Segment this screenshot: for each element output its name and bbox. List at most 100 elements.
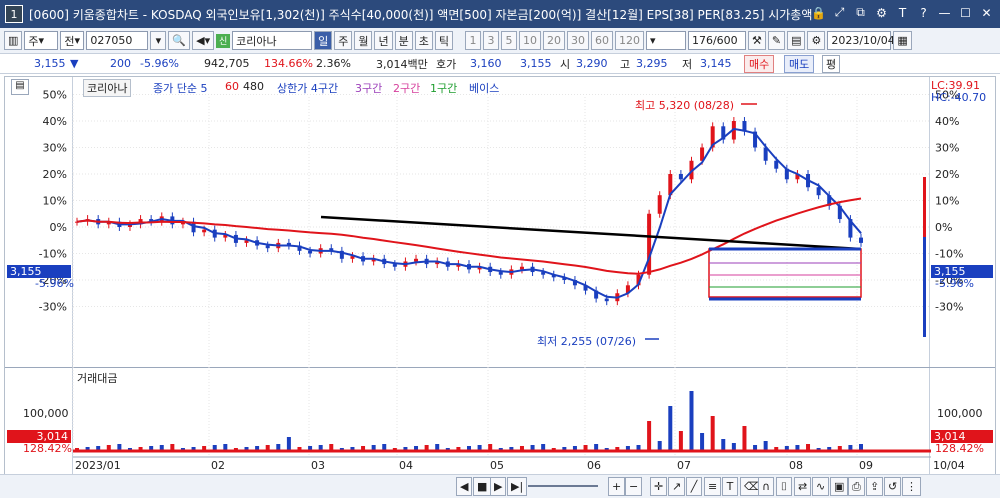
candle-body [265, 245, 270, 249]
font-icon[interactable]: T [895, 5, 910, 20]
magnet-icon[interactable]: ∩ [758, 477, 775, 496]
scroll-right-icon[interactable]: ▶| [507, 477, 528, 496]
link-icon[interactable]: ⧉ [853, 5, 868, 20]
fib-icon[interactable]: ≡ [704, 477, 722, 496]
interval-120[interactable]: 120 [614, 31, 644, 50]
text-icon[interactable]: T [722, 477, 738, 496]
interval-10[interactable]: 10 [518, 31, 541, 50]
hc-label: HC:-40.70 [931, 91, 987, 104]
stock-name-field[interactable]: 코리아나 [232, 31, 313, 50]
legend-ma5[interactable]: 종가 단순 5 [153, 80, 207, 96]
scroll-left-icon[interactable]: ◀ [456, 477, 473, 496]
legend-section3[interactable]: 3구간 [355, 80, 382, 96]
candle-body [519, 266, 524, 270]
fullscreen-icon[interactable]: ⤢ [832, 5, 847, 20]
period-btn-year[interactable]: 년 [374, 31, 393, 50]
zoom-slider[interactable] [528, 485, 598, 487]
sell-button[interactable]: 매도 [784, 55, 815, 73]
high-label: 고 [620, 57, 631, 71]
print-icon[interactable]: ⎙ [848, 477, 865, 496]
export-icon[interactable]: ⇪ [866, 477, 884, 496]
crosshair-icon[interactable]: ✛ [650, 477, 668, 496]
help-icon[interactable]: ? [916, 5, 931, 20]
price-chart[interactable]: 60%60%50%50%40%40%30%30%20%20%10%10%0%0%… [5, 77, 997, 497]
x-tick: 09 [859, 459, 873, 472]
trend-icon[interactable]: ↗ [668, 477, 686, 496]
volume-pct-left: 128.42% [23, 442, 72, 455]
period-select[interactable]: 전 ▾ [60, 31, 85, 50]
x-axis-right-date: 10/04 [933, 459, 965, 472]
x-tick: 03 [311, 459, 325, 472]
period-btn-month[interactable]: 월 [354, 31, 373, 50]
play-icon[interactable]: ▶ [490, 477, 507, 496]
stock-code-input[interactable]: 027050 [86, 31, 149, 50]
volume-tick-left: 100,000 [23, 407, 69, 420]
volume-pct: 134.66% [264, 57, 313, 70]
window-title: [0600] 키움종합차트 - KOSDAQ 외국인보유[1,302(천)] 주… [29, 7, 813, 22]
y-tick-left: 20% [43, 168, 67, 181]
legend-base[interactable]: 베이스 [469, 80, 499, 96]
buy-button[interactable]: 매수 [744, 55, 775, 73]
interval-custom-select[interactable]: ▾ [645, 31, 686, 50]
legend-section1[interactable]: 1구간 [430, 80, 457, 96]
zoom-in-icon[interactable]: + [608, 477, 626, 496]
interval-1[interactable]: 1 [464, 31, 481, 50]
draw-icon[interactable]: ✎ [767, 31, 786, 50]
interval-30[interactable]: 30 [566, 31, 589, 50]
chart-type-select[interactable]: 주 ▾ [24, 31, 59, 50]
legend-stock-name[interactable]: 코리아나 [83, 79, 132, 97]
count-max: /600 [712, 34, 738, 47]
chart-icon[interactable]: ▥ [4, 31, 23, 50]
price-change: 200 [110, 57, 131, 70]
options-icon[interactable]: ⋮ [902, 477, 921, 496]
grid-settings-icon[interactable]: ▤ [11, 79, 29, 95]
turnover-rate: 2.36% [316, 57, 351, 70]
ruler-icon[interactable]: ⌷ [776, 477, 792, 496]
eval-button[interactable]: 평 [822, 55, 841, 73]
indicator-icon[interactable]: ∿ [812, 477, 830, 496]
legend-ma480[interactable]: 480 [243, 80, 264, 93]
title-bar: 1 [0600] 키움종합차트 - KOSDAQ 외국인보유[1,302(천)]… [0, 0, 1000, 28]
x-tick: 08 [789, 459, 803, 472]
tools-icon[interactable]: ⚒ [747, 31, 766, 50]
period-btn-minute[interactable]: 분 [394, 31, 413, 50]
calendar-icon[interactable]: ▦ [893, 31, 912, 50]
zoom-out-icon[interactable]: − [625, 477, 643, 496]
search-icon[interactable]: 🔍 [168, 31, 191, 50]
settings-icon[interactable]: ⚙ [874, 5, 889, 20]
lock-icon[interactable]: 🔒 [811, 5, 826, 20]
minimize-icon[interactable]: — [937, 5, 952, 20]
stop-icon[interactable]: ■ [473, 477, 492, 496]
period-btn-tick[interactable]: 틱 [434, 31, 453, 50]
volume-value: 942,705 [204, 57, 250, 70]
volume-tick-right: 100,000 [937, 407, 983, 420]
interval-3[interactable]: 3 [482, 31, 499, 50]
date-field[interactable]: 2023/10/04 [827, 31, 895, 50]
y-tick-right: 10% [935, 195, 959, 208]
legend-ma60[interactable]: 60 [225, 80, 239, 93]
candle-body [647, 213, 652, 275]
interval-60[interactable]: 60 [590, 31, 613, 50]
save-icon[interactable]: ▤ [787, 31, 806, 50]
count-field[interactable]: 176/600 [687, 31, 746, 50]
interval-5[interactable]: 5 [500, 31, 517, 50]
period-btn-second[interactable]: 초 [414, 31, 433, 50]
line-icon[interactable]: ╱ [686, 477, 702, 496]
candle-body [859, 237, 863, 243]
legend-upper-limit[interactable]: 상한가 4구간 [277, 80, 338, 96]
close-icon[interactable]: ✕ [979, 5, 994, 20]
y-tick-right: 30% [935, 142, 959, 155]
code-dropdown-icon[interactable]: ▾ [150, 31, 167, 50]
maximize-icon[interactable]: ☐ [958, 5, 973, 20]
legend-section2[interactable]: 2구간 [393, 80, 420, 96]
period-btn-day[interactable]: 일 [314, 31, 333, 50]
gear-icon[interactable]: ⚙ [807, 31, 826, 50]
period-btn-week[interactable]: 주 [334, 31, 353, 50]
x-tick: 02 [211, 459, 225, 472]
reset-icon[interactable]: ↺ [884, 477, 902, 496]
volume-bar [742, 426, 747, 451]
speaker-icon[interactable]: ◀▾ [192, 31, 215, 50]
layout-icon[interactable]: ▣ [830, 477, 849, 496]
compare-icon[interactable]: ⇄ [794, 477, 812, 496]
interval-20[interactable]: 20 [542, 31, 565, 50]
